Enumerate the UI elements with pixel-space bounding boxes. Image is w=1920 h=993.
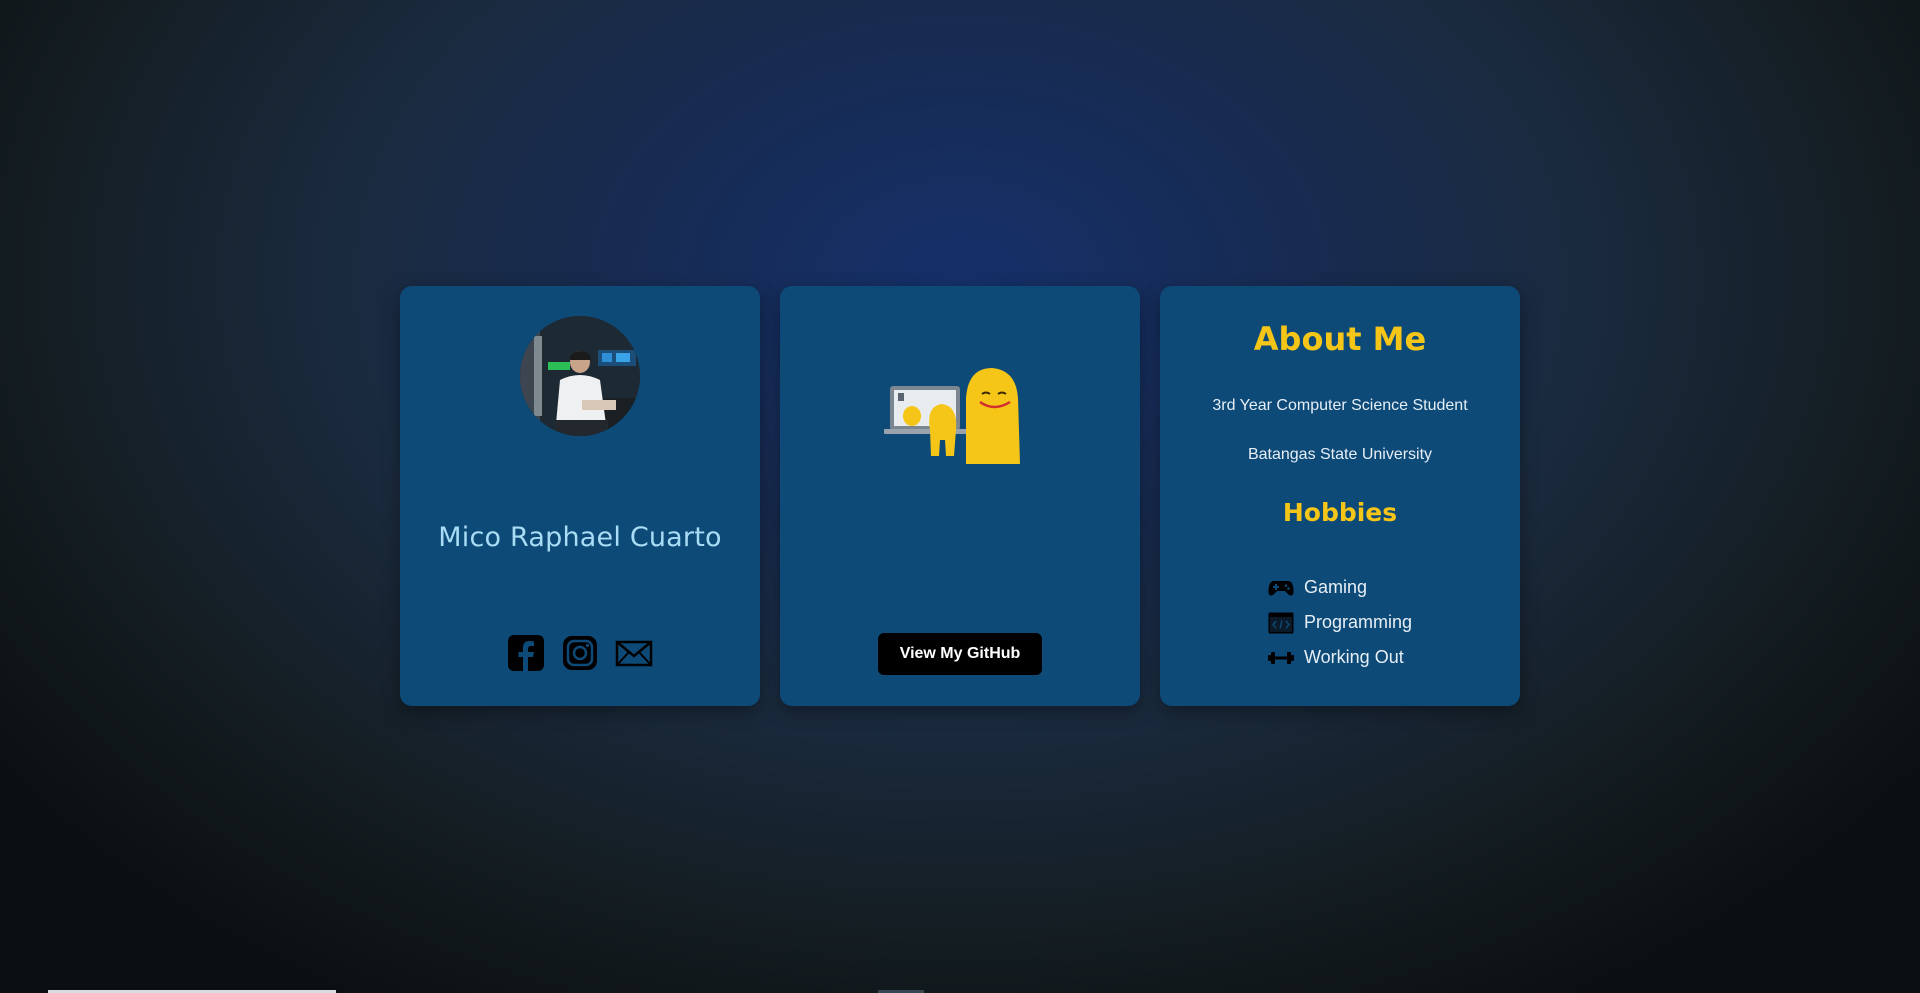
code-window-icon	[1268, 612, 1294, 634]
hobby-label: Working Out	[1304, 647, 1404, 667]
view-github-button[interactable]: View My GitHub	[878, 633, 1042, 675]
profile-card: Mico Raphael Cuarto	[400, 286, 760, 706]
hobby-label: Programming	[1304, 612, 1413, 632]
facebook-icon[interactable]	[507, 634, 545, 672]
cards-container: Mico Raphael Cuarto View My GitHub About…	[400, 286, 1520, 706]
hobbies-list: Gaming Programming Working Out	[1268, 570, 1412, 675]
about-title: About Me	[1253, 320, 1427, 358]
hobby-item-gaming: Gaming	[1268, 570, 1412, 605]
github-card: View My GitHub	[780, 286, 1140, 706]
avatar	[520, 316, 640, 436]
hobby-item-programming: Programming	[1268, 605, 1412, 640]
hobbies-title: Hobbies	[1282, 498, 1398, 527]
mail-icon[interactable]	[615, 634, 653, 672]
about-line-school: Batangas State University	[1247, 446, 1433, 463]
hobby-item-working-out: Working Out	[1268, 640, 1412, 675]
hobby-label: Gaming	[1304, 577, 1368, 597]
social-links	[400, 634, 760, 672]
about-card: About Me 3rd Year Computer Science Stude…	[1160, 286, 1520, 706]
profile-name: Mico Raphael Cuarto	[438, 522, 722, 553]
gamepad-icon	[1268, 577, 1294, 599]
instagram-icon[interactable]	[561, 634, 599, 672]
about-line-course: 3rd Year Computer Science Student	[1212, 397, 1468, 414]
coding-character-illustration	[882, 364, 1032, 464]
dumbbell-icon	[1268, 647, 1294, 669]
